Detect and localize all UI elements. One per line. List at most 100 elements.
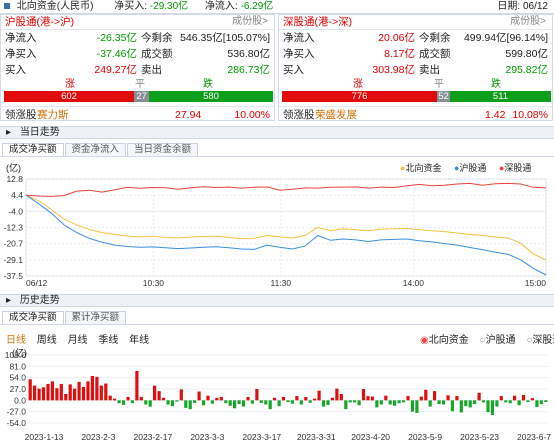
bar [535,400,539,407]
sz-up-label: 涨 [353,79,363,90]
bar [59,384,63,401]
sh-constituents-link[interactable]: 成份股> [232,15,268,29]
bar [113,398,117,401]
sz-sell-label: 卖出 [419,64,440,76]
tab-hist-net-buy[interactable]: 成交净买额 [2,311,64,324]
bar [486,400,490,413]
sz-flat-bar: 52 [437,91,450,102]
bar [446,395,450,401]
tab-balance[interactable]: 当日资金余额 [127,143,199,156]
sh-sell-label: 卖出 [141,64,162,76]
bar [397,400,401,404]
sh-row-2: 净买入 -37.46亿 成交额 536.80亿 [1,46,274,62]
tab-hist-cumulative[interactable]: 累计净买额 [64,311,127,324]
header-net-buy-value: -29.30亿 [149,1,189,12]
sz-title[interactable]: 深股通(港->深) [283,16,352,28]
bar [424,389,428,401]
bar [148,400,152,407]
bar [215,397,219,401]
sh-lead-pct: 10.00% [234,109,270,121]
x-tick-label: 14:00 [403,278,425,288]
x-tick-label: 10:30 [143,278,165,288]
sh-remain: 546.35亿[105.07%] [180,32,270,44]
bar [335,388,339,401]
y-tick-label: -4.0 [8,206,23,216]
bar [46,384,50,401]
bar [246,397,250,401]
sz-net-buy-label: 净买入 [283,48,315,60]
bar [330,397,334,401]
sz-remain: 499.94亿[96.14%] [463,32,548,44]
sz-buy-label: 买入 [283,64,304,76]
sh-up-bar: 602 [4,91,134,102]
bar [459,400,463,413]
bar [468,400,472,408]
bar [473,400,477,405]
x-tick-label: 2023-3-17 [242,432,281,442]
bar [370,396,374,401]
bar [477,392,481,401]
bar [521,394,526,401]
sh-up-label: 涨 [65,79,75,90]
y-tick-label: -20.7 [4,239,24,249]
sz-lead-price: 1.42 [485,109,506,121]
history-bar-chart: 108.081.0 54.027.00.0 -27.0-54.0 2023-1-13 2… [5,350,552,442]
bar [295,396,299,401]
x-tick-label: 15:00 [525,278,547,288]
tab-net-inflow[interactable]: 资金净流入 [64,143,127,156]
collapse-icon[interactable]: ▸ [6,127,11,138]
y-tick-label: -12.3 [4,222,24,232]
bar [28,379,32,401]
bar [450,400,454,412]
x-tick-label: 2023-5-9 [408,432,442,442]
y-tick-label: -54.0 [7,418,27,428]
bar [175,400,179,402]
bar [135,371,139,401]
bar [153,385,157,401]
bar [193,400,197,403]
bar [68,384,72,401]
history-section-header[interactable]: ▸ 历史走势 [0,294,554,307]
sh-down-count: 580 [203,91,219,102]
header-net-buy-label: 净买入: [114,1,148,12]
sz-constituents-link[interactable]: 成份股> [510,15,546,29]
bar [308,400,312,403]
collapse-icon[interactable]: ▸ [6,295,11,306]
x-tick-label: 2023-3-3 [190,432,224,442]
sz-net-in-label: 净流入 [283,32,315,44]
bar [388,400,392,405]
sz-lead-name[interactable]: 荣盛发展 [315,107,357,123]
bar [464,400,468,407]
sh-lead-row: 领涨股 赛力斯 27.94 10.00% [1,106,274,122]
top-header: 北向资金(人民币) 净买入: -29.30亿 净流入: -6.29亿 日期: 0… [0,0,554,14]
bar [237,400,241,405]
bar [77,381,81,401]
sz-up-count: 776 [351,91,368,102]
sh-lead-name[interactable]: 赛力斯 [37,107,69,123]
bar [366,396,370,401]
bar [144,400,148,405]
bar [321,400,326,407]
bar [375,400,379,408]
sh-net-in-label: 净流入 [5,32,37,44]
x-tick-label: 11:30 [270,278,291,288]
menu-icon[interactable] [4,3,10,10]
intraday-section-header[interactable]: ▸ 当日走势 [0,126,554,139]
sz-row-1: 净流入 20.06亿 今剩余 499.94亿[96.14%] [279,30,552,46]
x-tick-label: 2023-1-13 [25,432,64,442]
bar [393,400,397,406]
sh-buy: 249.27亿 [94,64,137,76]
sz-updown-bar: 776 52 511 [282,91,551,102]
sh-title[interactable]: 沪股通(港->沪) [5,16,74,28]
y-tick-label: 4.4 [11,190,23,200]
bar [259,400,263,403]
sz-down-label: 跌 [491,79,501,90]
bar [50,381,54,401]
bar [290,400,294,404]
x-tick-label: 2023-4-20 [351,432,390,442]
sh-net-in: -26.35亿 [96,32,137,44]
y-tick-label: 0.0 [14,395,26,405]
sh-row-3: 买入 249.27亿 卖出 286.73亿 [1,62,274,78]
tab-net-buy[interactable]: 成交净买额 [2,143,64,156]
sz-turnover: 599.80亿 [505,48,548,60]
